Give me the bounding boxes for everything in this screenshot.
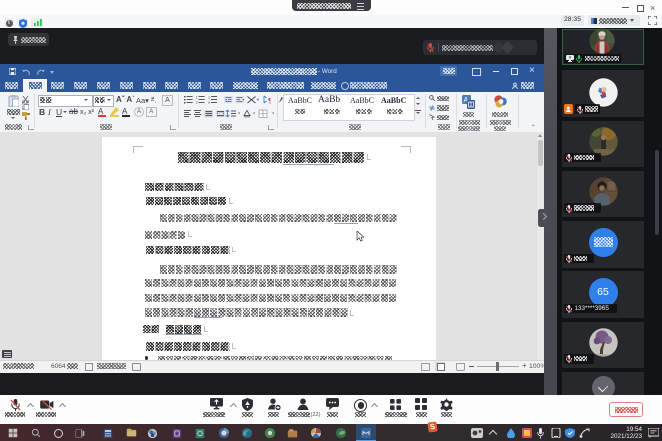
svg-text:A: A (122, 107, 128, 116)
svg-text:¶: ¶ (268, 96, 272, 104)
svg-text:A: A (98, 107, 104, 116)
svg-text:1: 1 (196, 95, 198, 99)
svg-text:1: 1 (208, 95, 210, 99)
svg-text:a: a (208, 101, 211, 104)
svg-text:2: 2 (196, 101, 198, 104)
